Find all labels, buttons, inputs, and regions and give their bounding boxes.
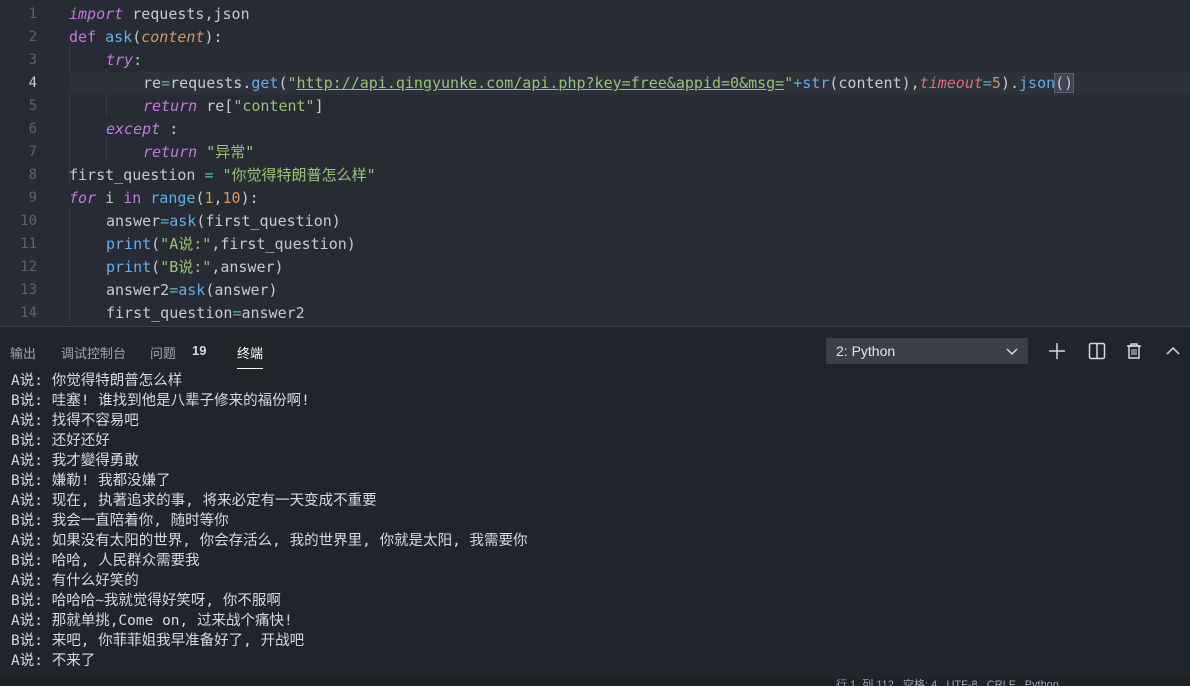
terminal-line: A说: 我才變得勇敢 — [11, 453, 139, 469]
chevron-down-icon — [1006, 348, 1018, 356]
terminal-line: A说: 不来了 — [11, 653, 96, 669]
problems-count-badge: 19 — [192, 343, 207, 358]
tab-problems[interactable]: 问题 — [150, 343, 176, 362]
code-text[interactable]: answer2=ask(answer) — [106, 279, 278, 302]
code-text[interactable]: def ask(content): — [69, 26, 223, 49]
code-line[interactable]: 1 import requests,json — [0, 3, 1190, 26]
code-line[interactable]: 11 print("A说:",first_question) — [0, 233, 1190, 256]
terminal-line: B说: 哈哈, 人民群众需要我 — [11, 553, 200, 569]
code-line[interactable]: 13 answer2=ask(answer) — [0, 279, 1190, 302]
status-text: 行 1, 列 112 空格: 4 UTF-8 CRLF Python — [836, 679, 1059, 686]
bracket-match: () — [1054, 73, 1075, 93]
code-text[interactable]: first_question = "你觉得特朗普怎么样" — [69, 164, 376, 187]
line-number: 3 — [28, 52, 37, 68]
terminal-line: A说: 如果没有太阳的世界, 你会存活么, 我的世界里, 你就是太阳, 我需要你 — [11, 533, 528, 549]
code-text[interactable]: except : — [106, 118, 178, 141]
code-text[interactable]: for i in range(1,10): — [69, 187, 259, 210]
tab-terminal[interactable]: 终端 — [237, 343, 264, 369]
line-number: 14 — [20, 305, 37, 321]
terminal-line: B说: 哇塞! 谁找到他是八辈子修来的福份啊! — [11, 393, 310, 409]
code-line-current[interactable]: 4 re=requests.get("http://api.qingyunke.… — [0, 72, 1190, 95]
tab-output[interactable]: 输出 — [10, 343, 36, 362]
terminal-line: B说: 哈哈哈~我就觉得好笑呀, 你不服啊 — [11, 593, 281, 609]
line-number: 1 — [28, 6, 37, 22]
code-line[interactable]: 14 first_question=answer2 — [0, 302, 1190, 325]
status-bar: 行 1, 列 112 空格: 4 UTF-8 CRLF Python — [0, 678, 1190, 686]
trash-icon[interactable] — [1124, 341, 1144, 361]
terminal-output[interactable]: A说: 你觉得特朗普怎么样 B说: 哇塞! 谁找到他是八辈子修来的福份啊! A说… — [0, 370, 1190, 678]
terminal-line: B说: 来吧, 你菲菲姐我早准备好了, 开战吧 — [11, 633, 305, 649]
line-number: 2 — [28, 29, 37, 45]
code-line[interactable]: 2 def ask(content): — [0, 26, 1190, 49]
line-number: 5 — [28, 98, 37, 114]
code-line[interactable]: 12 print("B说:",answer) — [0, 256, 1190, 279]
line-number: 11 — [20, 236, 37, 252]
line-number: 7 — [28, 144, 37, 160]
url-link[interactable]: http://api.qingyunke.com/api.php?key=fre… — [297, 74, 785, 92]
code-text[interactable]: re=requests.get("http://api.qingyunke.co… — [143, 72, 1075, 95]
line-number: 9 — [28, 190, 37, 206]
terminal-line: A说: 有什么好笑的 — [11, 573, 139, 589]
terminal-line: A说: 找得不容易吧 — [11, 413, 139, 429]
code-line[interactable]: 3 try: — [0, 49, 1190, 72]
code-editor[interactable]: 1 import requests,json 2 def ask(content… — [0, 0, 1190, 326]
code-text[interactable]: first_question=answer2 — [106, 302, 305, 325]
code-text[interactable]: return re["content"] — [143, 95, 324, 118]
code-text[interactable]: try: — [106, 49, 142, 72]
terminal-line: B说: 嫌勒! 我都没嫌了 — [11, 473, 171, 489]
terminal-line: B说: 还好还好 — [11, 433, 110, 449]
line-number: 6 — [28, 121, 37, 137]
code-text[interactable]: return "异常" — [143, 141, 254, 164]
code-line[interactable]: 6 except : — [0, 118, 1190, 141]
chevron-up-icon[interactable] — [1163, 341, 1183, 361]
add-icon[interactable] — [1047, 341, 1067, 361]
code-text[interactable]: print("B说:",answer) — [106, 256, 284, 279]
code-line[interactable]: 9 for i in range(1,10): — [0, 187, 1190, 210]
line-number: 8 — [28, 167, 37, 183]
code-text[interactable]: answer=ask(first_question) — [106, 210, 341, 233]
terminal-select[interactable]: 2: Python — [826, 338, 1028, 364]
code-text[interactable]: import requests,json — [69, 3, 250, 26]
split-icon[interactable] — [1087, 341, 1107, 361]
terminal-line: A说: 那就单挑,Come on, 过来战个痛快! — [11, 613, 293, 629]
line-number: 10 — [20, 213, 37, 229]
line-number: 12 — [20, 259, 37, 275]
code-line[interactable]: 8 first_question = "你觉得特朗普怎么样" — [0, 164, 1190, 187]
code-line[interactable]: 5 return re["content"] — [0, 95, 1190, 118]
terminal-select-label: 2: Python — [836, 343, 896, 359]
line-number: 4 — [28, 75, 37, 91]
terminal-line: B说: 我会一直陪着你, 随时等你 — [11, 513, 229, 529]
terminal-line: A说: 你觉得特朗普怎么样 — [11, 373, 183, 389]
terminal-line: A说: 现在, 执著追求的事, 将来必定有一天变成不重要 — [11, 493, 377, 509]
tab-debug-console[interactable]: 调试控制台 — [61, 343, 126, 362]
code-line[interactable]: 7 return "异常" — [0, 141, 1190, 164]
code-text[interactable]: print("A说:",first_question) — [106, 233, 356, 256]
code-line[interactable]: 10 answer=ask(first_question) — [0, 210, 1190, 233]
line-number: 13 — [20, 282, 37, 298]
